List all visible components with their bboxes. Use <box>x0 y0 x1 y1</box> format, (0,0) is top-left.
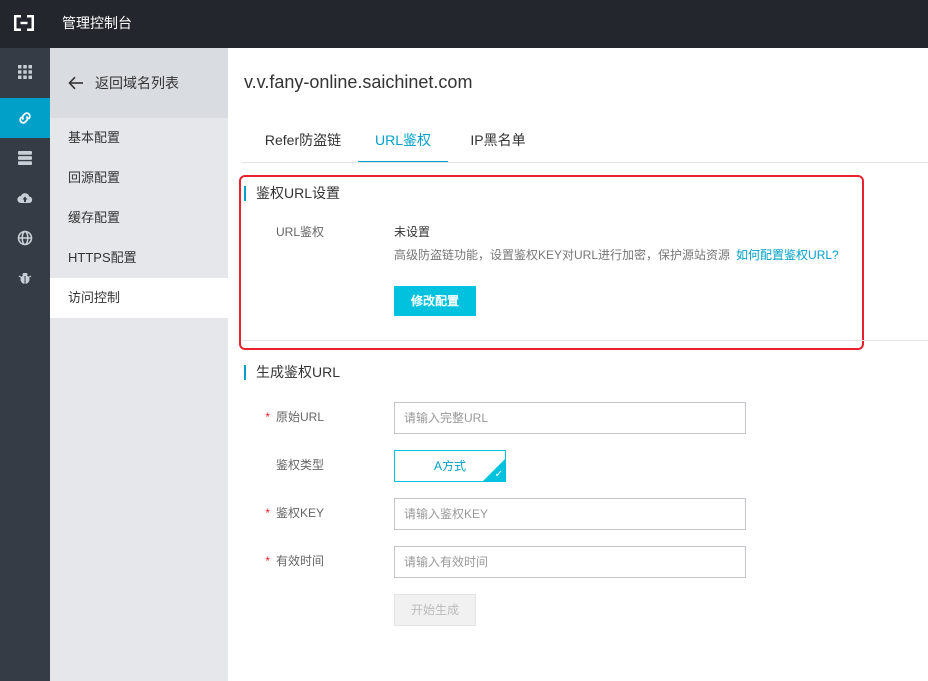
grid-icon <box>18 65 32 79</box>
section-divider <box>242 340 928 341</box>
rail-item-products[interactable] <box>0 52 50 92</box>
tabs-divider <box>242 162 928 163</box>
sidebar-item-cache[interactable]: 缓存配置 <box>50 198 228 238</box>
back-to-domain-list[interactable]: 返回域名列表 <box>50 48 228 118</box>
main-content: v.v.fany-online.saichinet.com Refer防盗链 U… <box>228 48 928 681</box>
tab-url-auth[interactable]: URL鉴权 <box>358 118 448 163</box>
rail-item-database[interactable] <box>0 138 50 178</box>
arrow-left-icon <box>68 76 83 90</box>
checkmark-icon: ✓ <box>494 469 503 480</box>
bug-icon <box>18 273 32 284</box>
sidebar-item-https[interactable]: HTTPS配置 <box>50 238 228 278</box>
highlight-annotation-box <box>239 175 864 350</box>
link-icon <box>19 112 31 124</box>
tab-ip-blacklist[interactable]: IP黑名单 <box>458 118 538 163</box>
valid-time-label-text: 有效时间 <box>275 554 324 568</box>
back-label: 返回域名列表 <box>95 75 179 91</box>
page-title: v.v.fany-online.saichinet.com <box>244 72 473 92</box>
tab-refer[interactable]: Refer防盗链 <box>252 118 354 163</box>
cloud-upload-icon <box>17 193 33 204</box>
valid-time-input[interactable]: 请输入有效时间 <box>394 546 746 578</box>
sidebar-item-access-control[interactable]: 访问控制 <box>50 278 228 318</box>
generate-auth-url-title: 生成鉴权URL <box>244 364 340 380</box>
left-icon-rail <box>0 48 50 681</box>
original-url-label-text: 原始URL <box>275 410 324 424</box>
globe-icon <box>17 230 33 246</box>
auth-type-option-a[interactable]: A方式 ✓ <box>394 450 506 482</box>
aliyun-logo-icon[interactable] <box>12 13 36 33</box>
console-title[interactable]: 管理控制台 <box>62 0 132 46</box>
original-url-input[interactable]: 请输入完整URL <box>394 402 746 434</box>
sidebar-item-basic[interactable]: 基本配置 <box>50 118 228 158</box>
auth-key-label: * 鉴权KEY <box>228 504 324 521</box>
top-bar: 管理控制台 <box>0 0 928 48</box>
sidebar-item-origin[interactable]: 回源配置 <box>50 158 228 198</box>
secondary-sidebar: 返回域名列表 基本配置 回源配置 缓存配置 HTTPS配置 访问控制 <box>50 48 228 681</box>
rail-item-security[interactable] <box>0 258 50 298</box>
rail-item-cloud[interactable] <box>0 178 50 218</box>
valid-time-label: * 有效时间 <box>228 552 324 569</box>
required-marker: * <box>265 506 270 520</box>
database-icon <box>18 151 32 165</box>
auth-type-label: 鉴权类型 <box>275 458 324 472</box>
auth-type-selected: A方式 <box>433 459 466 473</box>
required-marker: * <box>265 554 270 568</box>
auth-key-input[interactable]: 请输入鉴权KEY <box>394 498 746 530</box>
auth-key-label-text: 鉴权KEY <box>275 506 324 520</box>
rail-item-network[interactable] <box>0 218 50 258</box>
original-url-label: * 原始URL <box>228 408 324 425</box>
generate-button[interactable]: 开始生成 <box>394 594 476 626</box>
required-marker: * <box>265 410 270 424</box>
rail-item-cdn[interactable] <box>0 98 50 138</box>
